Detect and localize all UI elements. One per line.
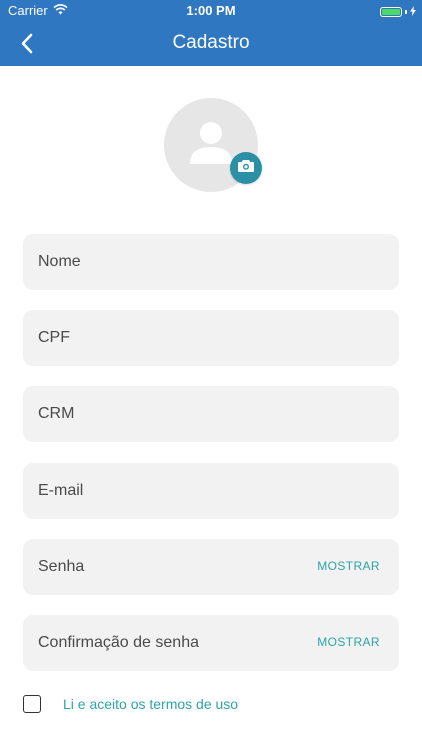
nome-field — [23, 234, 399, 290]
avatar-section — [164, 98, 264, 194]
senha-field: MOSTRAR — [23, 539, 399, 595]
camera-icon — [238, 159, 254, 177]
terms-checkbox[interactable] — [23, 695, 41, 713]
terms-row: Li e aceito os termos de uso — [23, 695, 238, 713]
camera-button[interactable] — [230, 152, 262, 184]
show-confirm-password-button[interactable]: MOSTRAR — [317, 635, 380, 649]
charging-icon — [410, 4, 416, 19]
confirmacao-field: MOSTRAR — [23, 615, 399, 671]
status-time: 1:00 PM — [186, 3, 236, 18]
email-input[interactable] — [23, 463, 399, 519]
nav-bar: Cadastro — [0, 22, 422, 66]
email-field — [23, 463, 399, 519]
status-right — [380, 4, 416, 19]
terms-link[interactable]: Li e aceito os termos de uso — [63, 696, 238, 712]
user-icon — [188, 120, 234, 171]
page-title: Cadastro — [172, 32, 250, 53]
header: Carrier 1:00 PM Cadastro — [0, 0, 422, 66]
cpf-input[interactable] — [23, 310, 399, 366]
show-password-button[interactable]: MOSTRAR — [317, 559, 380, 573]
nome-input[interactable] — [23, 234, 399, 290]
crm-field — [23, 386, 399, 442]
cpf-field — [23, 310, 399, 366]
status-bar: Carrier 1:00 PM — [0, 0, 422, 22]
battery-cap — [405, 9, 407, 14]
crm-input[interactable] — [23, 386, 399, 442]
battery-icon — [380, 6, 402, 17]
